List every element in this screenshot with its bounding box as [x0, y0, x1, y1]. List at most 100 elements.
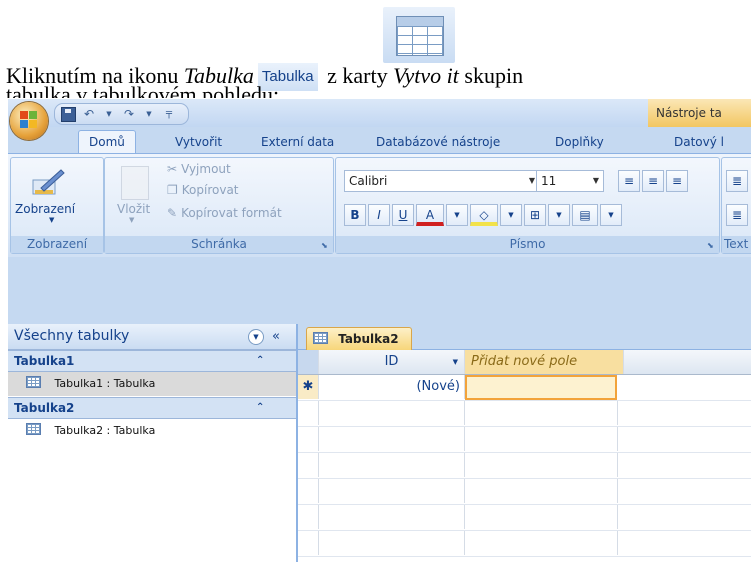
cell-id-new[interactable]: (Nové) — [319, 375, 465, 399]
select-all-corner[interactable] — [298, 350, 319, 374]
alternate-fill-icon[interactable]: ▤ — [572, 204, 598, 226]
table-ribbon-icon — [383, 7, 455, 63]
cell-new-field[interactable] — [465, 375, 617, 400]
empty-cell — [465, 531, 618, 555]
font-name-select[interactable]: Calibri ▼ — [344, 170, 540, 192]
font-size-select[interactable]: 11 ▼ — [536, 170, 604, 192]
dialog-launcher-icon[interactable]: ⬊ — [321, 241, 330, 250]
copy-icon: ❐ — [167, 183, 178, 197]
empty-cell — [319, 401, 465, 425]
tab-datasheet[interactable]: Datový l — [674, 131, 724, 153]
collapse-icon[interactable]: ⌃ — [256, 398, 264, 418]
fill-color-icon[interactable]: ◇ — [470, 204, 498, 226]
align-left-icon[interactable]: ≡ — [618, 170, 640, 192]
italic-button[interactable]: I — [368, 204, 390, 226]
chevron-down-icon: ▼ — [528, 176, 535, 185]
view-button[interactable]: Zobrazení — [15, 202, 75, 216]
empty-cell — [319, 427, 465, 451]
font-size-value: 11 — [541, 174, 557, 188]
format-buttons: B I U A ▼ ◇ ▼ ⊞ ▼ ▤ ▼ — [344, 204, 622, 226]
chevron-down-icon[interactable]: ▼ — [49, 216, 54, 224]
nav-item-tabulka1[interactable]: Tabulka1 : Tabulka — [8, 372, 296, 396]
underline-button[interactable]: U — [392, 204, 414, 226]
chevron-down-icon[interactable]: ▼ — [102, 107, 116, 121]
document-tabs: Tabulka2 — [298, 324, 751, 350]
table-icon — [313, 332, 328, 344]
tab-database-tools[interactable]: Databázové nástroje — [376, 131, 500, 153]
collapse-icon[interactable]: ⌃ — [256, 351, 264, 371]
format-painter-label: Kopírovat formát — [181, 206, 282, 220]
nav-item-label: Tabulka1 : Tabulka — [54, 377, 156, 390]
align-buttons: ≡ ≡ ≡ — [618, 170, 688, 192]
customize-toolbar-icon[interactable]: ╤ — [162, 107, 176, 121]
tab-addins[interactable]: Doplňky — [555, 131, 604, 153]
align-right-icon[interactable]: ≡ — [666, 170, 688, 192]
empty-cell — [319, 479, 465, 503]
cut-button[interactable]: ✂ Vyjmout — [167, 162, 231, 176]
row-selector[interactable] — [298, 401, 319, 425]
ribbon-bottom-strip — [8, 257, 751, 324]
undo-icon[interactable]: ↶ — [82, 107, 96, 121]
row-selector[interactable] — [298, 479, 319, 503]
tab-home[interactable]: Domů — [78, 130, 136, 153]
chevron-down-icon[interactable]: ▼ — [500, 204, 522, 226]
new-record-icon[interactable]: ✱ — [298, 375, 319, 399]
chevron-down-icon[interactable]: ▼ — [453, 350, 458, 374]
tab-tabulka2[interactable]: Tabulka2 — [306, 327, 412, 350]
nav-pane-header[interactable]: Všechny tabulky ▼ « — [8, 324, 296, 350]
save-icon[interactable] — [61, 106, 76, 122]
empty-row — [298, 401, 751, 427]
chevron-down-icon[interactable]: ▼ — [142, 107, 156, 121]
empty-cell — [465, 479, 618, 503]
office-button[interactable] — [10, 102, 48, 140]
font-color-button[interactable]: A — [416, 204, 444, 226]
row-selector[interactable] — [298, 505, 319, 529]
copy-button[interactable]: ❐ Kopírovat — [167, 183, 239, 197]
paste-icon[interactable] — [121, 166, 149, 200]
chevron-down-icon[interactable]: ▼ — [129, 216, 134, 224]
gridlines-icon[interactable]: ⊞ — [524, 204, 546, 226]
document-tab-label: Tabulka2 — [338, 332, 399, 346]
chevron-down-icon: ▼ — [592, 176, 599, 185]
format-painter-button[interactable]: ✎ Kopírovat formát — [167, 206, 282, 220]
bold-button[interactable]: B — [344, 204, 366, 226]
empty-cell — [465, 427, 618, 451]
redo-icon[interactable]: ↷ — [122, 107, 136, 121]
new-record-row: ✱ (Nové) — [298, 375, 751, 401]
row-selector[interactable] — [298, 453, 319, 477]
empty-row — [298, 479, 751, 505]
group-label-text: Text — [722, 236, 751, 253]
column-header-label: ID — [384, 354, 399, 369]
row-selector[interactable] — [298, 531, 319, 555]
column-header-add-field[interactable]: Přidat nové pole — [465, 350, 624, 374]
row-selector[interactable] — [298, 427, 319, 451]
chevron-down-icon[interactable]: ▼ — [548, 204, 570, 226]
view-icon[interactable] — [31, 166, 67, 198]
nav-item-label: Tabulka2 : Tabulka — [54, 424, 156, 437]
chevron-down-icon[interactable]: ▼ — [248, 329, 264, 345]
nav-pane-title: Všechny tabulky — [14, 328, 130, 344]
tab-external-data[interactable]: Externí data — [261, 131, 334, 153]
collapse-pane-icon[interactable]: « — [272, 324, 280, 349]
nav-group-tabulka1[interactable]: Tabulka1 ⌃ — [8, 350, 296, 372]
group-clipboard: Vložit ▼ ✂ Vyjmout ❐ Kopírovat ✎ Kopírovat … — [104, 157, 334, 254]
column-header-row: ID ▼ Přidat nové pole — [298, 350, 751, 375]
chevron-down-icon[interactable]: ▼ — [600, 204, 622, 226]
empty-row — [298, 505, 751, 531]
empty-row — [298, 453, 751, 479]
paste-button[interactable]: Vložit — [117, 202, 150, 216]
nav-item-tabulka2[interactable]: Tabulka2 : Tabulka — [8, 419, 296, 443]
align-center-icon[interactable]: ≡ — [642, 170, 664, 192]
tab-create[interactable]: Vytvořit — [175, 131, 222, 153]
office-logo-icon — [20, 111, 38, 129]
nav-group-tabulka2[interactable]: Tabulka2 ⌃ — [8, 397, 296, 419]
column-header-id[interactable]: ID ▼ — [319, 350, 465, 374]
quick-access-toolbar: ↶ ▼ ↷ ▼ ╤ — [54, 103, 189, 125]
list-icon[interactable]: ≣ — [726, 204, 748, 226]
chevron-down-icon[interactable]: ▼ — [446, 204, 468, 226]
doc-text-italic: Vytvo it — [393, 63, 459, 88]
group-font: Calibri ▼ 11 ▼ ≡ ≡ ≡ B I U A ▼ ◇ ▼ ⊞ ▼ ▤ ▼… — [335, 157, 720, 254]
empty-cell — [465, 453, 618, 477]
list-icon[interactable]: ≣ — [726, 170, 748, 192]
dialog-launcher-icon[interactable]: ⬊ — [707, 241, 716, 250]
